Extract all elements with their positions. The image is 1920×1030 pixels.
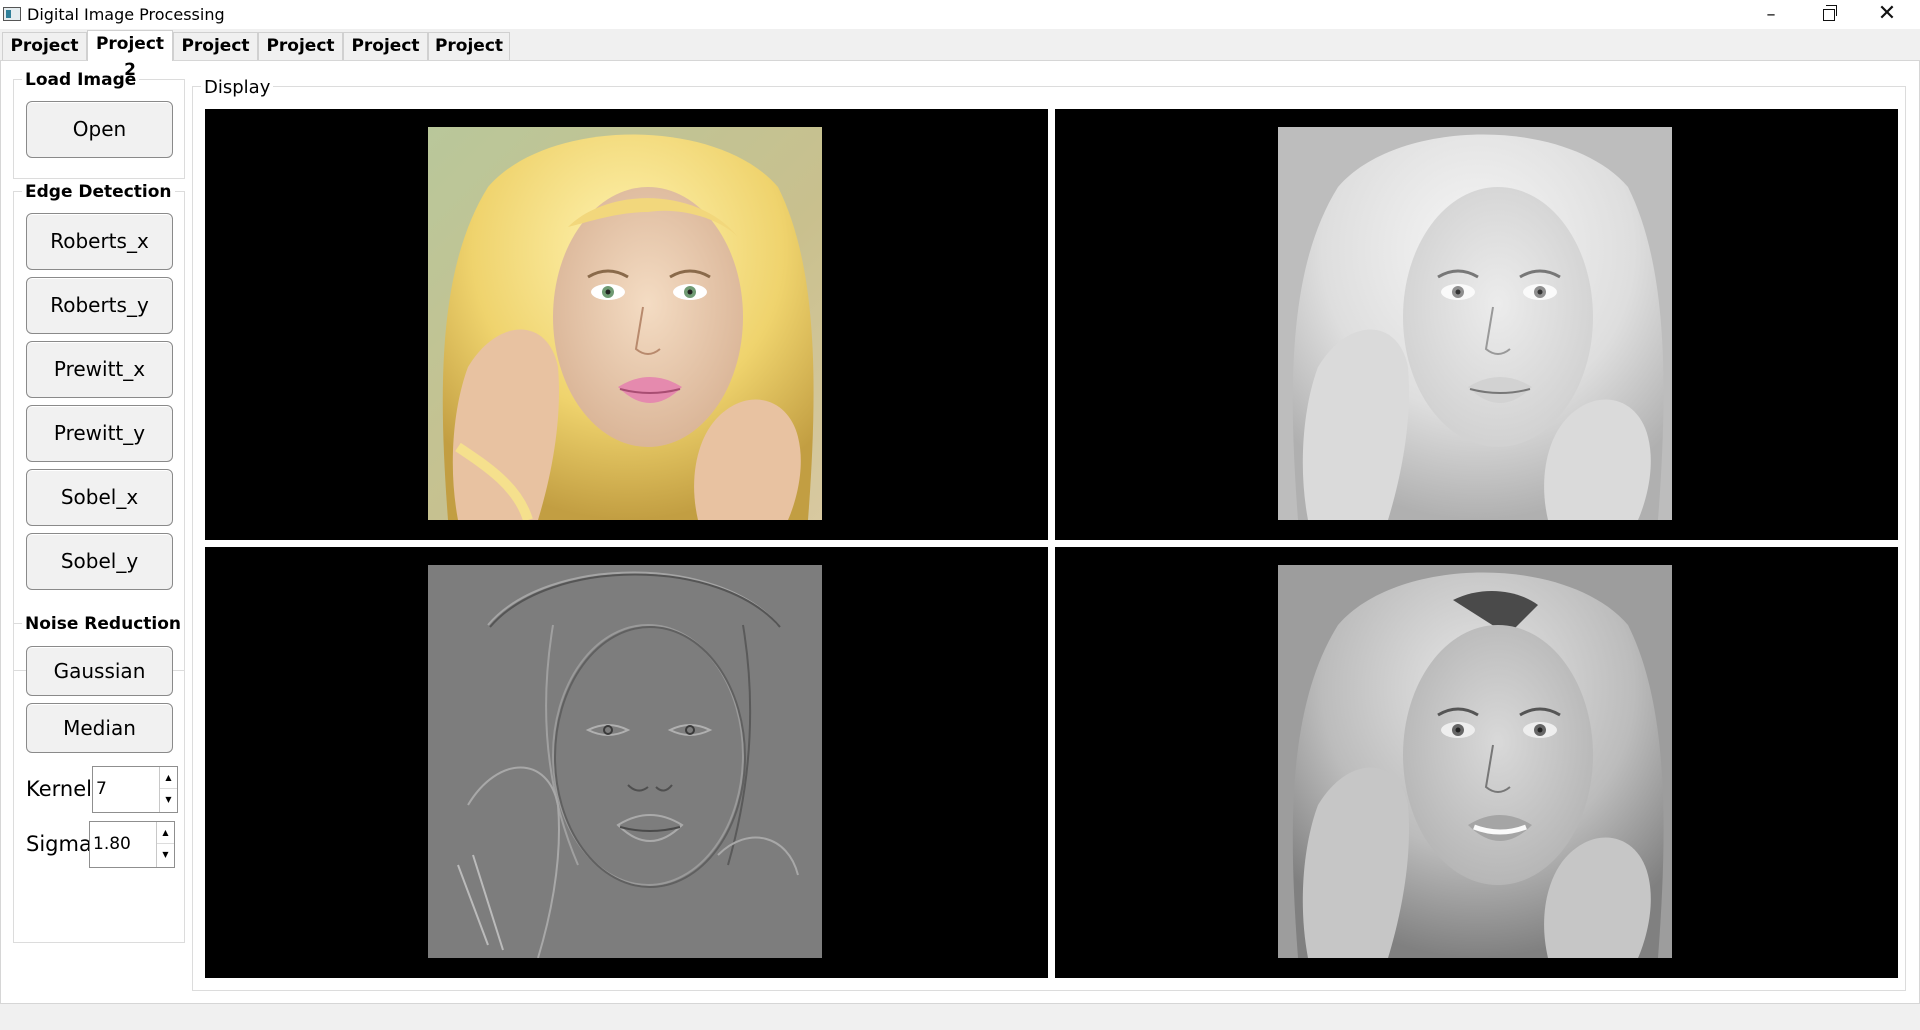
window-title: Digital Image Processing — [27, 5, 225, 24]
kernel-spinbox[interactable]: 7 ▲ ▼ — [92, 766, 178, 813]
sigma-value[interactable]: 1.80 — [93, 834, 131, 854]
restore-icon — [1823, 5, 1837, 21]
tab-bar: Project 1 Project 2 Project 3 Project 4 … — [0, 30, 1920, 82]
sobel-y-button[interactable]: Sobel_y — [26, 533, 173, 590]
tab-project-5[interactable]: Project 5 — [343, 32, 428, 82]
sobel-x-button[interactable]: Sobel_x — [26, 469, 173, 526]
noise-reduction-group: Noise Reduction Gaussian Median Kernel 7… — [13, 614, 185, 943]
edge-detection-title: Edge Detection — [22, 182, 175, 202]
prewitt-x-button[interactable]: Prewitt_x — [26, 341, 173, 398]
noise-reduction-title: Noise Reduction — [22, 614, 185, 634]
minimize-button[interactable]: – — [1742, 0, 1800, 29]
smoothed-image — [1278, 565, 1672, 958]
display-group: Display — [192, 77, 1906, 991]
status-bar — [0, 1004, 1920, 1030]
prewitt-y-button[interactable]: Prewitt_y — [26, 405, 173, 462]
roberts-x-button[interactable]: Roberts_x — [26, 213, 173, 270]
tab-panel-project-2: Load Image Open Edge Detection Roberts_x… — [0, 60, 1920, 1004]
display-pane-smoothed — [1055, 547, 1898, 978]
spin-down-icon[interactable]: ▼ — [157, 844, 174, 866]
edge-image — [428, 565, 822, 958]
tab-project-2[interactable]: Project 2 — [87, 30, 173, 80]
kernel-value[interactable]: 7 — [96, 779, 107, 799]
tab-project-4[interactable]: Project 4 — [258, 32, 343, 82]
load-image-group: Load Image Open — [13, 70, 185, 179]
display-title: Display — [201, 77, 274, 98]
edge-detection-group: Edge Detection Roberts_x Roberts_y Prewi… — [13, 182, 185, 671]
tab-project-6[interactable]: Project 6 — [428, 32, 510, 82]
kernel-label: Kernel — [26, 777, 92, 801]
close-icon: ✕ — [1877, 1, 1897, 26]
sigma-spinbox[interactable]: 1.80 ▲ ▼ — [89, 821, 175, 868]
sigma-label: Sigma — [26, 832, 92, 856]
display-pane-edges — [205, 547, 1048, 978]
spin-down-icon[interactable]: ▼ — [160, 789, 177, 811]
tab-project-3[interactable]: Project 3 — [173, 32, 258, 82]
kernel-spin-arrows: ▲ ▼ — [159, 767, 177, 812]
load-image-title: Load Image — [22, 70, 140, 90]
grayscale-image — [1278, 127, 1672, 520]
original-image — [428, 127, 822, 520]
sigma-spin-arrows: ▲ ▼ — [156, 822, 174, 867]
roberts-y-button[interactable]: Roberts_y — [26, 277, 173, 334]
spin-up-icon[interactable]: ▲ — [157, 822, 174, 844]
maximize-button[interactable] — [1800, 0, 1858, 29]
spin-up-icon[interactable]: ▲ — [160, 767, 177, 789]
display-pane-grayscale — [1055, 109, 1898, 540]
median-button[interactable]: Median — [26, 703, 173, 753]
gaussian-button[interactable]: Gaussian — [26, 646, 173, 696]
app-icon — [3, 7, 21, 21]
open-button[interactable]: Open — [26, 101, 173, 158]
display-pane-original — [205, 109, 1048, 540]
close-button[interactable]: ✕ — [1858, 0, 1916, 29]
tab-project-1[interactable]: Project 1 — [2, 32, 87, 82]
title-bar: Digital Image Processing – ✕ — [0, 0, 1920, 29]
